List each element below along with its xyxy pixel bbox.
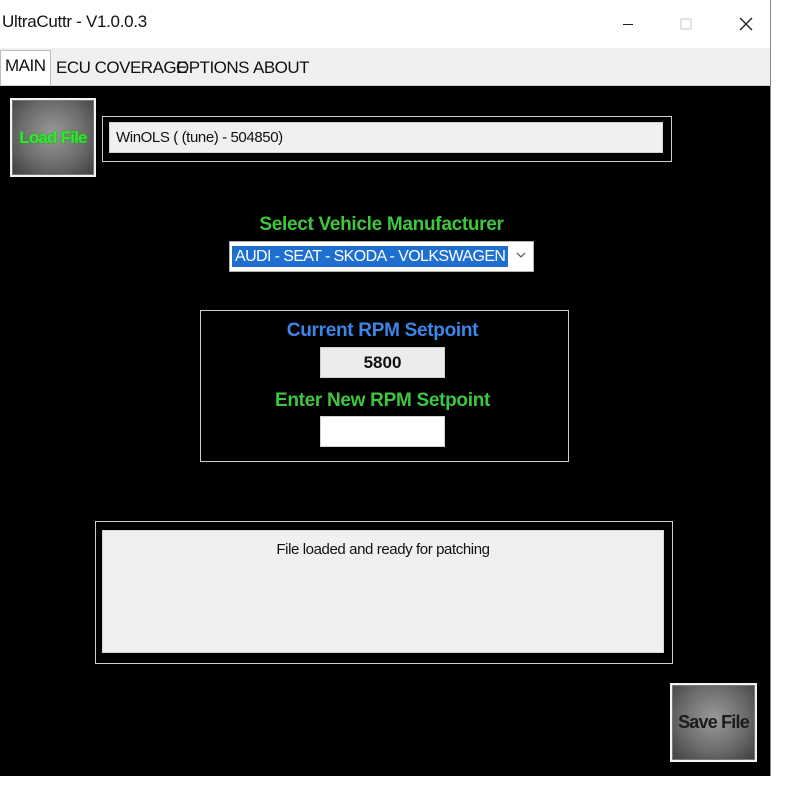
window-border	[770, 0, 771, 776]
new-rpm-label: Enter New RPM Setpoint	[274, 390, 491, 411]
maximize-button[interactable]	[666, 8, 706, 40]
tab-options[interactable]: OPTIONS	[172, 56, 253, 84]
window-title: UltraCuttr - V1.0.0.3	[2, 12, 147, 31]
tab-about[interactable]: ABOUT	[249, 56, 313, 84]
status-group: File loaded and ready for patching	[95, 521, 673, 664]
current-rpm-value: 5800	[320, 347, 445, 378]
title-bar: UltraCuttr - V1.0.0.3	[0, 0, 770, 48]
manufacturer-select[interactable]: AUDI - SEAT - SKODA - VOLKSWAGEN	[229, 241, 534, 272]
minimize-button[interactable]	[608, 8, 648, 40]
load-file-button[interactable]: Load File	[10, 98, 96, 177]
maximize-icon	[680, 18, 692, 30]
tab-bar: MAIN ECU COVERAGE OPTIONS ABOUT	[0, 48, 770, 86]
main-panel: Load File WinOLS ( (tune) - 504850) Sele…	[0, 86, 770, 776]
chevron-down-icon	[516, 252, 526, 258]
minimize-icon	[623, 24, 633, 25]
manufacturer-label: Select Vehicle Manufacturer	[259, 214, 504, 235]
new-rpm-input[interactable]	[320, 416, 445, 447]
status-message: File loaded and ready for patching	[102, 530, 664, 653]
save-file-button[interactable]: Save File	[670, 683, 757, 762]
file-name-field[interactable]: WinOLS ( (tune) - 504850)	[109, 122, 663, 153]
current-rpm-label: Current RPM Setpoint	[286, 320, 479, 341]
tab-main[interactable]: MAIN	[0, 50, 51, 85]
tab-ecu-coverage[interactable]: ECU COVERAGE	[52, 56, 191, 84]
manufacturer-selected-value: AUDI - SEAT - SKODA - VOLKSWAGEN	[232, 246, 509, 267]
close-icon	[739, 17, 753, 31]
file-name-group: WinOLS ( (tune) - 504850)	[102, 116, 672, 162]
close-button[interactable]	[726, 8, 766, 40]
